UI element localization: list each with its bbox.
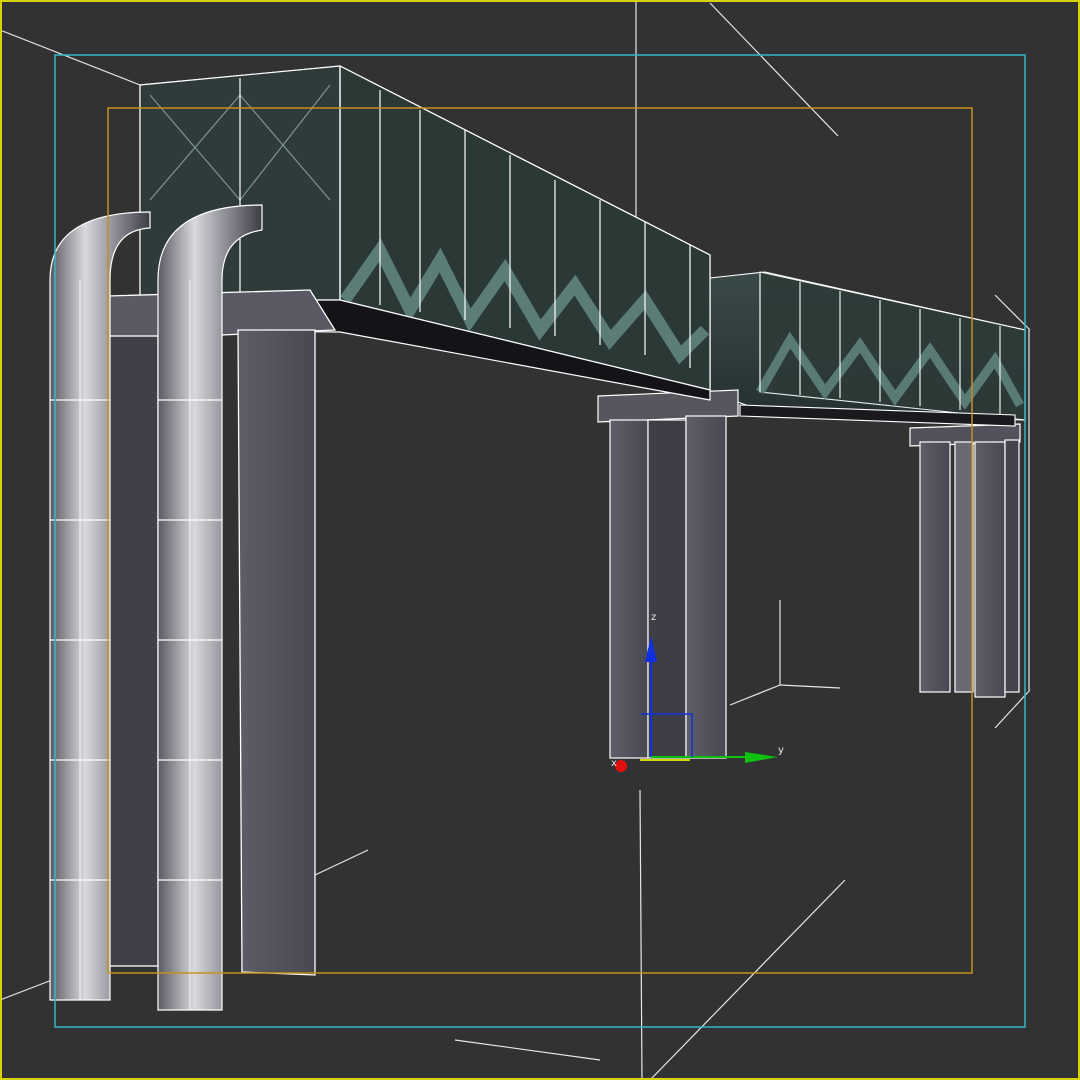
support-column-far[interactable] <box>909 423 1021 698</box>
viewport-canvas[interactable]: z y x <box>0 0 1080 1080</box>
truss-bridge-section-right[interactable] <box>709 271 1026 427</box>
support-column-mid[interactable] <box>597 389 739 759</box>
y-axis-label: y <box>778 745 784 756</box>
z-axis-label: z <box>651 612 656 623</box>
x-axis-label: x <box>611 758 617 769</box>
viewport-perspective[interactable]: z y x <box>0 0 1080 1080</box>
y-axis-arrow-icon[interactable] <box>745 752 778 763</box>
